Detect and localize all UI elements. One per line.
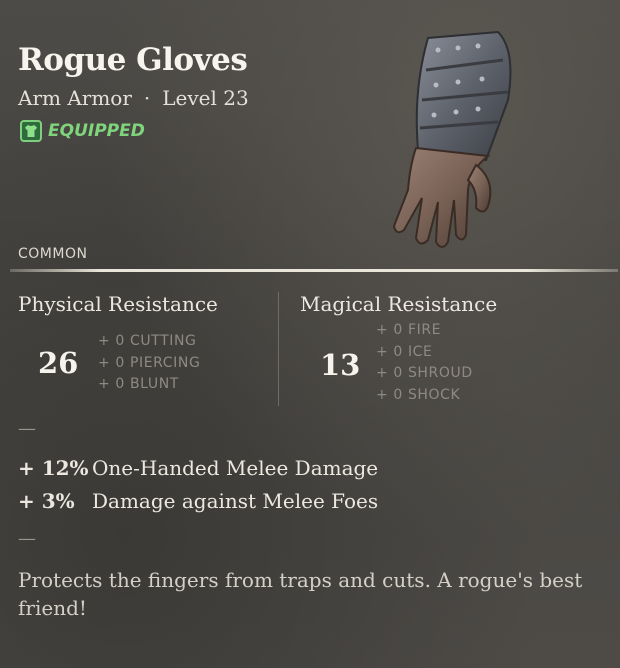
item-type: Arm Armor [18, 86, 132, 110]
magical-resistance-value: 13 [320, 348, 361, 382]
bonus-row: + 12% One-Handed Melee Damage [18, 456, 378, 480]
equipped-label: EQUIPPED [48, 121, 145, 141]
cutting-stat: + 0 CUTTING [98, 333, 197, 349]
section-dash: — [18, 418, 36, 439]
item-name: Rogue Gloves [18, 42, 248, 78]
shroud-stat: + 0 SHROUD [376, 365, 473, 381]
physical-resistance-breakdown: + 0 CUTTING + 0 PIERCING + 0 BLUNT [98, 331, 200, 396]
shock-stat: + 0 SHOCK [376, 386, 461, 403]
magical-resistance-header: Magical Resistance [300, 292, 498, 316]
glove-armor-icon [358, 30, 518, 255]
section-dash: — [18, 528, 36, 549]
rarity-label: COMMON [18, 246, 88, 262]
item-subtitle: Arm Armor · Level 23 [18, 86, 249, 110]
shirt-icon [20, 120, 42, 142]
blunt-stat: + 0 BLUNT [98, 376, 179, 392]
piercing-stat: + 0 PIERCING [98, 354, 201, 371]
equipped-status: EQUIPPED [20, 120, 145, 142]
magical-resistance-breakdown: + 0 FIRE + 0 ICE + 0 SHROUD + 0 SHOCK [376, 320, 473, 406]
bonus-value: + 3% [18, 489, 75, 513]
bonus-value: + 12% [18, 456, 89, 480]
item-description: Protects the fingers from traps and cuts… [18, 568, 583, 620]
fire-stat: + 0 FIRE [376, 322, 442, 338]
ice-stat: + 0 ICE [376, 343, 433, 360]
column-divider [278, 292, 279, 406]
item-level: Level 23 [162, 86, 249, 110]
bonus-row: + 3% Damage against Melee Foes [18, 489, 378, 513]
separator: · [143, 86, 151, 110]
bonus-label: One-Handed Melee Damage [92, 456, 379, 480]
divider [10, 269, 618, 272]
physical-resistance-value: 26 [38, 346, 79, 380]
bonus-label: Damage against Melee Foes [92, 489, 379, 513]
physical-resistance-header: Physical Resistance [18, 292, 218, 316]
